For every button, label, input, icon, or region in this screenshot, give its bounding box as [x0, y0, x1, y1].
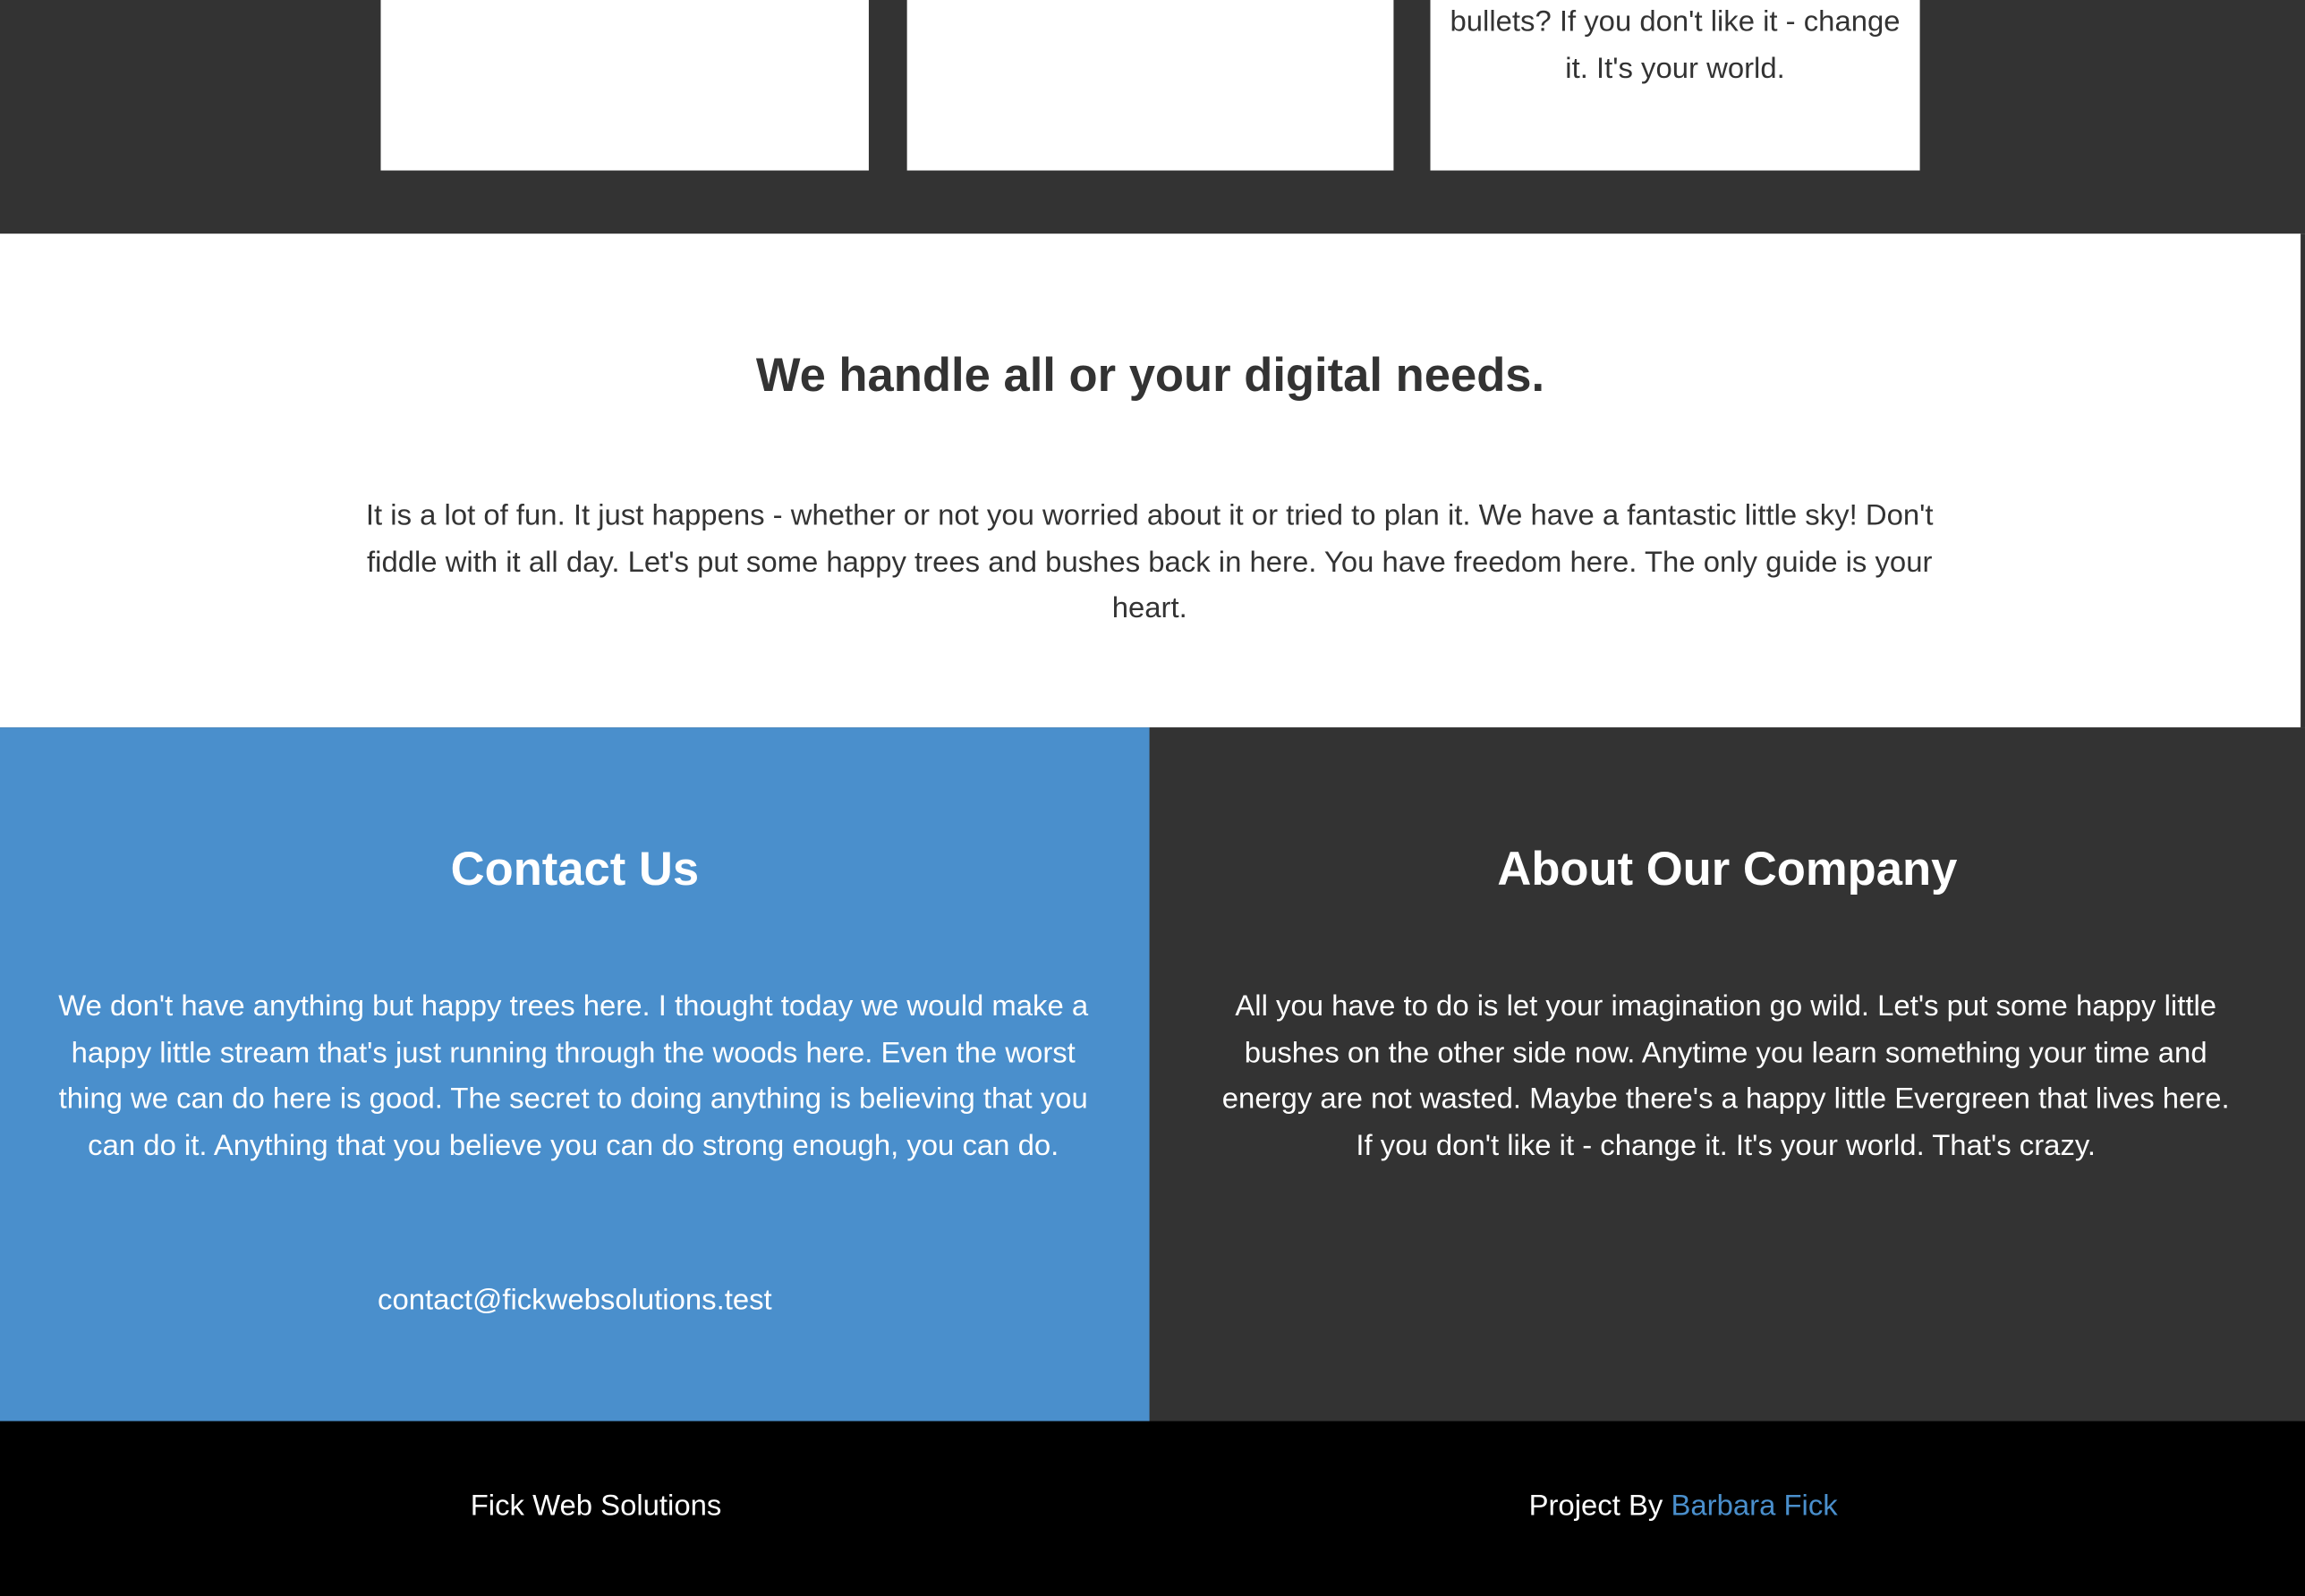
service-card: bullets? If you don't like it - change i…	[1430, 0, 1920, 171]
footer-credit: Project By Barbara Fick	[1529, 1490, 1838, 1524]
page: bullets? If you don't like it - change i…	[0, 0, 2305, 1596]
service-card	[380, 0, 869, 171]
page-content: bullets? If you don't like it - change i…	[0, 0, 2305, 1596]
about-text: All you have to do is let your imaginati…	[1221, 990, 2230, 1163]
author-link[interactable]: Barbara Fick	[1671, 1490, 1837, 1523]
intro-section: We handle all or your digital needs. It …	[0, 233, 2305, 728]
contact-section: Contact Us We don't have anything but ha…	[0, 727, 1150, 1422]
about-section: About Our Company All you have to do is …	[1149, 727, 2305, 1422]
service-card-text: bullets? If you don't like it - change i…	[1450, 5, 1901, 85]
contact-text: We don't have anything but happy trees h…	[58, 990, 1089, 1163]
service-card	[906, 0, 1394, 171]
footer-credit-prefix: Project By	[1528, 1490, 1663, 1523]
intro-text: It is a lot of fun. It just happens - wh…	[365, 499, 1934, 625]
services-section: bullets? If you don't like it - change i…	[0, 0, 2305, 234]
contact-email-link[interactable]: contact@fickwebsolutions.test	[0, 1285, 1150, 1319]
about-title: About Our Company	[1497, 842, 1958, 896]
contact-title: Contact Us	[450, 842, 700, 896]
intro-title: We handle all or your digital needs.	[755, 348, 1545, 402]
footer-brand: Fick Web Solutions	[470, 1490, 722, 1523]
footer: Fick Web Solutions Project By Barbara Fi…	[0, 1421, 2305, 1596]
